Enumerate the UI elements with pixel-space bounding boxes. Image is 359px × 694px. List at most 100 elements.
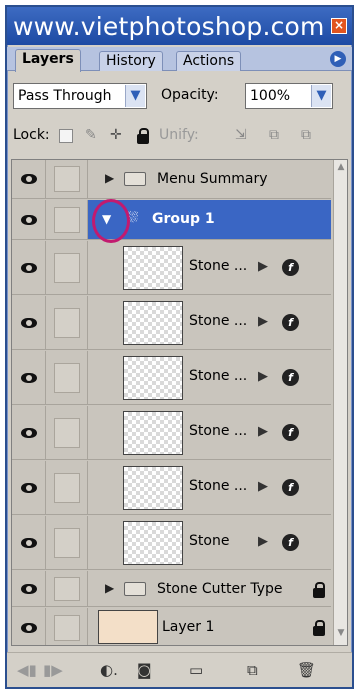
fx-icon[interactable]: f bbox=[282, 369, 299, 386]
link-cell[interactable] bbox=[46, 608, 88, 645]
link-cell[interactable] bbox=[46, 571, 88, 606]
layer-name: Stone ... bbox=[189, 313, 248, 329]
chevron-down-icon[interactable]: ▼ bbox=[311, 85, 331, 107]
eye-icon[interactable] bbox=[12, 160, 46, 198]
fx-icon[interactable]: f bbox=[282, 534, 299, 551]
lock-icon bbox=[313, 582, 325, 598]
link-layers-icon[interactable]: ◀▮ bbox=[17, 661, 37, 679]
link-cell[interactable] bbox=[46, 516, 88, 569]
tab-layers[interactable]: Layers bbox=[15, 49, 81, 72]
unify-visibility-icon[interactable]: ⧉ bbox=[269, 127, 279, 143]
eye-icon[interactable] bbox=[12, 406, 46, 459]
opacity-value: 100% bbox=[250, 88, 291, 104]
link-cell[interactable] bbox=[46, 200, 88, 239]
layer-row[interactable]: Stone ... ▶ f bbox=[12, 461, 331, 515]
fx-icon[interactable]: f bbox=[282, 479, 299, 496]
layer-thumbnail bbox=[123, 466, 183, 510]
brush-icon[interactable]: ✎ bbox=[85, 127, 97, 143]
effects-expand-icon[interactable]: ▶ bbox=[258, 369, 268, 384]
folder-icon bbox=[124, 172, 146, 186]
layer-thumbnail bbox=[123, 521, 183, 565]
scroll-down-icon[interactable]: ▼ bbox=[334, 628, 347, 643]
folder-icon bbox=[124, 582, 146, 596]
blend-mode-select[interactable]: Pass Through ▼ bbox=[13, 83, 147, 109]
panel-menu-icon[interactable]: ▶ bbox=[330, 51, 346, 67]
eye-icon[interactable] bbox=[12, 296, 46, 349]
layer-row[interactable]: Layer 1 bbox=[12, 608, 331, 645]
tab-actions[interactable]: Actions bbox=[176, 51, 242, 71]
move-icon[interactable]: ✛ bbox=[110, 127, 122, 143]
layer-row[interactable]: Stone ... ▶ f bbox=[12, 351, 331, 405]
layer-name: Stone ... bbox=[189, 478, 248, 494]
window-title: www.vietphotoshop.com bbox=[13, 11, 325, 41]
link-cell[interactable] bbox=[46, 160, 88, 198]
layer-row[interactable]: Stone ... ▶ f bbox=[12, 296, 331, 350]
layer-style-icon[interactable]: ◐. bbox=[100, 661, 118, 679]
layer-name: Stone ... bbox=[189, 258, 248, 274]
layer-thumbnail bbox=[123, 246, 183, 290]
lock-transparency-checkbox[interactable] bbox=[59, 129, 73, 143]
layer-name: Stone ... bbox=[189, 368, 248, 384]
blend-mode-value: Pass Through bbox=[18, 88, 112, 104]
eye-icon[interactable] bbox=[12, 516, 46, 569]
mask-icon[interactable]: ◙ bbox=[137, 661, 152, 679]
fx-icon[interactable]: f bbox=[282, 259, 299, 276]
expand-triangle-icon[interactable]: ▶ bbox=[105, 171, 114, 185]
effects-expand-icon[interactable]: ▶ bbox=[258, 259, 268, 274]
effects-expand-icon[interactable]: ▶ bbox=[258, 424, 268, 439]
layers-panel: www.vietphotoshop.com × Layers History A… bbox=[5, 5, 354, 689]
lock-label: Lock: bbox=[13, 127, 50, 143]
layer-name: Stone ... bbox=[189, 423, 248, 439]
eye-icon[interactable] bbox=[12, 571, 46, 606]
link-cell[interactable] bbox=[46, 296, 88, 349]
scrollbar[interactable]: ▲ ▼ bbox=[333, 160, 347, 645]
tab-history[interactable]: History bbox=[99, 51, 163, 71]
new-layer-icon[interactable]: ⧉ bbox=[247, 661, 258, 679]
layer-thumbnail bbox=[123, 301, 183, 345]
trash-icon[interactable]: 🗑 bbox=[297, 661, 316, 679]
link-next-icon[interactable]: ▮▶ bbox=[43, 661, 63, 679]
layer-row[interactable]: ▶ Stone Cutter Type bbox=[12, 571, 331, 607]
effects-expand-icon[interactable]: ▶ bbox=[258, 314, 268, 329]
link-cell[interactable] bbox=[46, 406, 88, 459]
lock-row: Lock: ✎ ✛ Unify: ⇲ ⧉ ⧉ bbox=[13, 124, 348, 150]
layer-name: Stone Cutter Type bbox=[157, 581, 283, 597]
fx-icon[interactable]: f bbox=[282, 314, 299, 331]
link-cell[interactable] bbox=[46, 241, 88, 294]
fx-icon[interactable]: f bbox=[282, 424, 299, 441]
blend-row: Pass Through ▼ Opacity: 100% ▼ bbox=[13, 83, 348, 109]
layers-toolbar: ◀▮ ▮▶ ◐. ◙ ▭ ⧉ 🗑 bbox=[7, 652, 352, 687]
layer-name: Group 1 bbox=[152, 211, 215, 227]
eye-icon[interactable] bbox=[12, 351, 46, 404]
eye-icon[interactable] bbox=[12, 461, 46, 514]
layer-thumbnail bbox=[98, 610, 158, 644]
eye-icon[interactable] bbox=[12, 200, 46, 239]
close-icon[interactable]: × bbox=[331, 18, 347, 34]
layer-row[interactable]: Stone ... ▶ f bbox=[12, 406, 331, 460]
effects-expand-icon[interactable]: ▶ bbox=[258, 479, 268, 494]
expand-triangle-icon[interactable]: ▶ bbox=[105, 581, 114, 595]
eye-icon[interactable] bbox=[12, 608, 46, 645]
chevron-down-icon[interactable]: ▼ bbox=[125, 85, 145, 107]
layer-row[interactable]: Stone ▶ f bbox=[12, 516, 331, 570]
eye-icon[interactable] bbox=[12, 241, 46, 294]
layer-row[interactable]: Stone ... ▶ f bbox=[12, 241, 331, 295]
new-group-icon[interactable]: ▭ bbox=[189, 661, 203, 679]
annotation-circle bbox=[92, 199, 130, 243]
link-cell[interactable] bbox=[46, 461, 88, 514]
link-cell[interactable] bbox=[46, 351, 88, 404]
title-bar: www.vietphotoshop.com × bbox=[7, 7, 352, 45]
layer-name: Menu Summary bbox=[157, 171, 268, 187]
opacity-label: Opacity: bbox=[161, 87, 219, 103]
scroll-up-icon[interactable]: ▲ bbox=[334, 162, 347, 177]
effects-expand-icon[interactable]: ▶ bbox=[258, 534, 268, 549]
layer-row-selected[interactable]: ▼ ⛆ Group 1 bbox=[12, 200, 331, 240]
unify-label: Unify: bbox=[159, 127, 199, 143]
unify-position-icon[interactable]: ⇲ bbox=[235, 127, 247, 143]
layer-name: Layer 1 bbox=[162, 619, 215, 635]
layer-thumbnail bbox=[123, 356, 183, 400]
layer-row[interactable]: ▶ Menu Summary bbox=[12, 160, 331, 199]
unify-style-icon[interactable]: ⧉ bbox=[301, 127, 311, 143]
opacity-field[interactable]: 100% ▼ bbox=[245, 83, 333, 109]
lock-icon[interactable] bbox=[137, 128, 149, 144]
